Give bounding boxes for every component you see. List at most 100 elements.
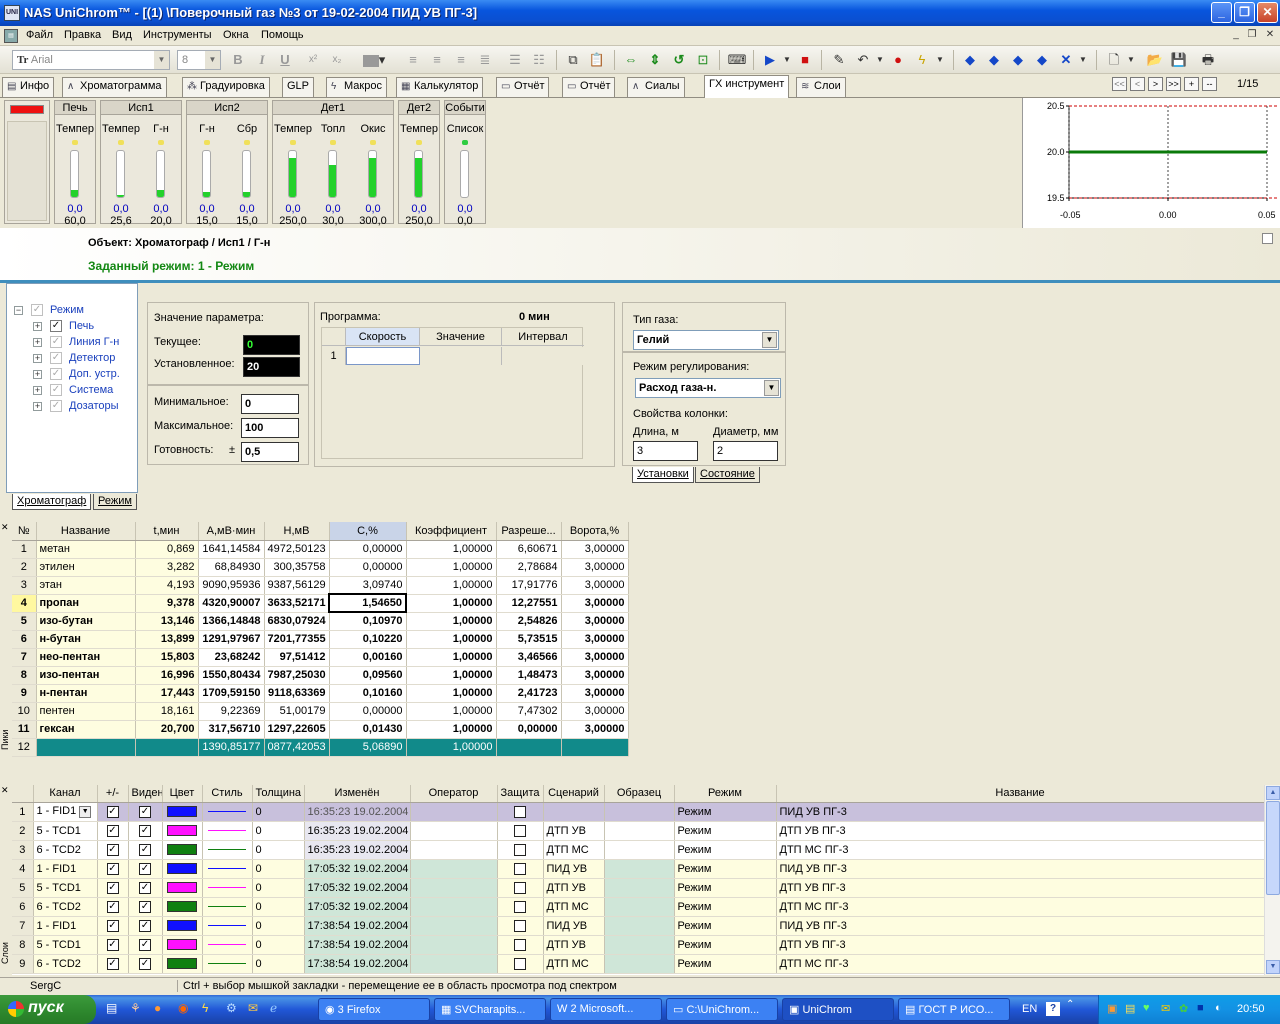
peak-cell[interactable]: 0,01430 [329, 720, 407, 739]
scenario-cell[interactable]: ДТП УВ [543, 878, 605, 898]
visible-checkbox[interactable]: ✓ [139, 824, 151, 837]
task-gost[interactable]: ▤ ГОСТ Р ИСО... [898, 998, 1010, 1021]
visible-checkbox[interactable]: ✓ [139, 957, 151, 970]
peak-cell[interactable]: 6830,07924 [264, 612, 330, 631]
close-panel-icon[interactable]: ✕ [1, 522, 9, 533]
width-cell[interactable]: 0 [252, 859, 305, 879]
italic-button[interactable]: I [252, 50, 272, 70]
scroll-down-icon[interactable]: ▼ [1266, 960, 1280, 974]
peak-cell[interactable]: 3,09740 [329, 576, 407, 595]
color-cell[interactable] [162, 859, 203, 879]
layer-row[interactable]: 55 - TCD1 ✓ ✓ 0 17:05:32 19.02.2004 ДТП УВ Реж… [12, 878, 1265, 898]
tab-chromatograph[interactable]: Хроматограф [12, 494, 92, 510]
visible-cell[interactable]: ✓ [128, 916, 163, 936]
layers-col-header[interactable]: +/- [97, 785, 129, 803]
peak-cell[interactable]: н-бутан [36, 630, 136, 649]
peak-cell[interactable]: 3633,52171 [264, 594, 330, 613]
connect-icon[interactable]: ⌨ [727, 50, 747, 70]
plus-minus-cell[interactable]: ✓ [97, 954, 129, 974]
visible-checkbox[interactable]: ✓ [139, 881, 151, 894]
chevron-down-icon[interactable]: ▼ [1121, 50, 1141, 70]
mode-cell[interactable]: Режим [674, 935, 777, 955]
color-cell[interactable] [162, 802, 203, 822]
protect-checkbox[interactable] [514, 805, 526, 818]
peak-cell[interactable]: 4972,50123 [264, 540, 330, 559]
width-cell[interactable]: 0 [252, 935, 305, 955]
width-cell[interactable]: 0 [252, 897, 305, 917]
tab-gc-instrument[interactable]: ГХ инструмент [704, 75, 790, 98]
peak-cell[interactable]: 1,00000 [406, 684, 497, 703]
sample-cell[interactable] [604, 935, 675, 955]
peak-cell[interactable]: 1,48473 [496, 666, 562, 685]
peak-cell[interactable]: 23,68242 [198, 648, 265, 667]
peak-cell[interactable]: 7987,25030 [264, 666, 330, 685]
sample-cell[interactable] [604, 916, 675, 936]
tab-layers[interactable]: ≋ Слои [796, 77, 846, 97]
peak-row[interactable]: 7 нео-пентан 15,803 23,68242 97,51412 0,00160… [12, 648, 629, 667]
tray-app-icon[interactable]: ▣ [1107, 1002, 1117, 1015]
width-cell[interactable]: 0 [252, 821, 305, 841]
mode-cell[interactable]: Режим [674, 840, 777, 860]
operator-cell[interactable] [410, 878, 498, 898]
tree-item[interactable]: Дозаторы [69, 400, 119, 412]
program-cell-speed[interactable] [346, 347, 420, 365]
visible-checkbox[interactable]: ✓ [139, 843, 151, 856]
protect-checkbox[interactable] [514, 900, 526, 913]
superscript-button[interactable]: x² [303, 50, 323, 70]
channel-cell[interactable]: 5 - TCD1 [33, 878, 98, 898]
task-unichrom[interactable]: ▣ UniChrom [782, 998, 894, 1021]
layers-col-header[interactable]: Стиль [202, 785, 253, 803]
peak-cell[interactable]: 9118,63369 [264, 684, 330, 703]
color-cell[interactable] [162, 821, 203, 841]
peak-cell[interactable]: 1,00000 [406, 648, 497, 667]
tab-next-button[interactable]: > [1148, 77, 1163, 91]
peak-cell[interactable]: 1291,97967 [198, 630, 265, 649]
mdi-minimize-button[interactable]: _ [1229, 29, 1243, 42]
quicklaunch-app-icon[interactable]: ⚘ [130, 1001, 141, 1015]
color-swatch[interactable] [167, 920, 197, 932]
menu-file[interactable]: Файл [26, 29, 53, 41]
include-checkbox[interactable]: ✓ [106, 805, 119, 818]
peak-cell[interactable]: 0,00000 [329, 558, 407, 577]
layers-col-header[interactable]: Образец [604, 785, 675, 803]
visible-cell[interactable]: ✓ [128, 897, 163, 917]
subscript-button[interactable]: x₂ [327, 50, 347, 70]
gas-type-select[interactable]: Гелий ▼ [633, 330, 779, 350]
protect-checkbox[interactable] [514, 938, 526, 951]
channel-cell[interactable]: 1 - FID1 [33, 916, 98, 936]
peak-cell[interactable]: 1366,14848 [198, 612, 265, 631]
tab-add-button[interactable]: + [1184, 77, 1199, 91]
instrument-channel[interactable]: Список 0,0 0,0 [445, 117, 485, 227]
channel-cell[interactable]: 5 - TCD1 [33, 821, 98, 841]
layer-row[interactable]: 71 - FID1 ✓ ✓ 0 17:38:54 19.02.2004 ПИД УВ Реж… [12, 916, 1265, 936]
tab-signals[interactable]: ∧ Сиалы [627, 77, 685, 97]
peak-cell[interactable]: 317,56710 [198, 720, 265, 739]
peak-cell[interactable]: 0,09560 [329, 666, 407, 685]
menu-tools[interactable]: Инструменты [143, 29, 212, 41]
chevron-down-icon[interactable]: ▼ [154, 51, 169, 69]
channel-cell[interactable]: 1 - FID1 ▼ [33, 802, 98, 822]
fill-color-button[interactable]: ▾ [358, 50, 390, 70]
chevron-down-icon[interactable]: ▼ [79, 805, 92, 818]
expand-icon[interactable]: + [33, 402, 42, 411]
peak-cell[interactable]: 2,41723 [496, 684, 562, 703]
align-justify-icon[interactable]: ≣ [475, 50, 495, 70]
instrument-channel[interactable]: Сбр 0,0 15,0 [227, 117, 267, 227]
peak-cell[interactable]: 12,27551 [496, 594, 562, 613]
include-checkbox[interactable]: ✓ [106, 824, 119, 837]
bold-button[interactable]: B [228, 50, 248, 70]
language-indicator[interactable]: EN [1022, 1003, 1037, 1015]
tab-macros[interactable]: ϟ Макрос [326, 77, 387, 97]
peak-cell[interactable]: 3,46566 [496, 648, 562, 667]
layers-col-header[interactable] [12, 785, 34, 803]
layer-row[interactable]: 85 - TCD1 ✓ ✓ 0 17:38:54 19.02.2004 ДТП УВ Реж… [12, 935, 1265, 955]
length-field[interactable]: 3 [633, 441, 698, 461]
peak-cell[interactable]: 3,00000 [561, 684, 629, 703]
task-unichrom-folder[interactable]: ▭ C:\UniChrom... [666, 998, 778, 1021]
name-cell[interactable]: ДТП УВ ПГ-3 [776, 935, 1265, 955]
operator-cell[interactable] [410, 935, 498, 955]
scenario-cell[interactable]: ПИД УВ [543, 859, 605, 879]
sample-cell[interactable] [604, 897, 675, 917]
operator-cell[interactable] [410, 840, 498, 860]
fit-vertical-icon[interactable]: ⇕ [645, 50, 665, 70]
